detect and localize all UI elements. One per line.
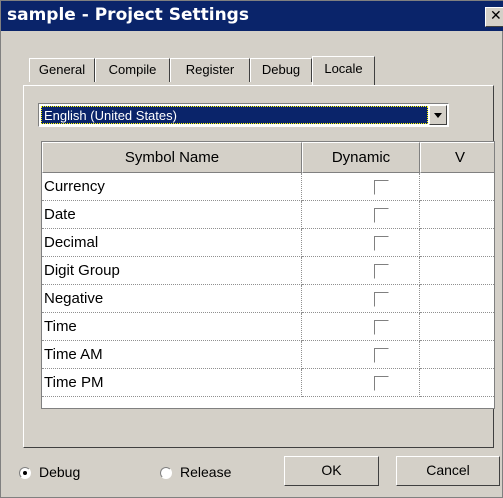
- value-cell[interactable]: [420, 341, 494, 369]
- dynamic-cell: [302, 201, 420, 229]
- locale-panel: English (United States) Symbol Name Dyna…: [23, 85, 495, 448]
- locale-dropdown-value: English (United States): [41, 106, 428, 124]
- value-cell[interactable]: [420, 173, 494, 201]
- table-row[interactable]: Time AM: [42, 341, 494, 369]
- locale-dropdown[interactable]: English (United States): [38, 103, 449, 127]
- dynamic-cell: [302, 285, 420, 313]
- value-cell[interactable]: [420, 257, 494, 285]
- dynamic-checkbox[interactable]: [374, 208, 389, 223]
- dynamic-checkbox[interactable]: [374, 292, 389, 307]
- column-header-value[interactable]: V: [420, 142, 494, 173]
- value-cell[interactable]: [420, 229, 494, 257]
- chevron-down-icon[interactable]: [429, 105, 447, 125]
- dynamic-checkbox[interactable]: [374, 348, 389, 363]
- dynamic-cell: [302, 257, 420, 285]
- table-row[interactable]: Negative: [42, 285, 494, 313]
- title-bar[interactable]: sample - Project Settings ✕: [1, 1, 503, 31]
- table-row[interactable]: Time: [42, 313, 494, 341]
- ok-button[interactable]: OK: [284, 456, 379, 486]
- tab-debug[interactable]: Debug: [250, 58, 312, 82]
- table-row[interactable]: Date: [42, 201, 494, 229]
- symbol-name-cell: Date: [42, 201, 302, 229]
- radio-button-selected-icon[interactable]: [19, 467, 31, 479]
- symbol-name-cell: Time: [42, 313, 302, 341]
- dynamic-checkbox[interactable]: [374, 376, 389, 391]
- dynamic-checkbox[interactable]: [374, 180, 389, 195]
- window-title: sample - Project Settings: [7, 5, 249, 25]
- radio-release-label: Release: [180, 464, 232, 480]
- symbol-name-cell: Negative: [42, 285, 302, 313]
- dynamic-cell: [302, 341, 420, 369]
- tab-general[interactable]: General: [29, 58, 95, 82]
- column-header-symbol-name[interactable]: Symbol Name: [42, 142, 302, 173]
- value-cell[interactable]: [420, 201, 494, 229]
- symbol-name-cell: Time PM: [42, 369, 302, 397]
- radio-button-icon[interactable]: [160, 467, 172, 479]
- table-row[interactable]: Decimal: [42, 229, 494, 257]
- dynamic-checkbox[interactable]: [374, 320, 389, 335]
- radio-debug-label: Debug: [39, 464, 81, 480]
- dynamic-cell: [302, 173, 420, 201]
- dynamic-checkbox[interactable]: [374, 236, 389, 251]
- dynamic-cell: [302, 369, 420, 397]
- value-cell[interactable]: [420, 313, 494, 341]
- value-cell[interactable]: [420, 369, 494, 397]
- symbol-name-cell: Decimal: [42, 229, 302, 257]
- project-settings-window: sample - Project Settings ✕ General Comp…: [0, 0, 503, 498]
- close-icon[interactable]: ✕: [485, 7, 503, 27]
- table-row[interactable]: Currency: [42, 173, 494, 201]
- locale-symbols-grid: Symbol Name Dynamic V Currency Date Deci…: [41, 141, 495, 409]
- value-cell[interactable]: [420, 285, 494, 313]
- tab-locale[interactable]: Locale: [312, 56, 375, 85]
- symbol-name-cell: Digit Group: [42, 257, 302, 285]
- column-header-dynamic[interactable]: Dynamic: [302, 142, 420, 173]
- tab-register[interactable]: Register: [170, 58, 250, 82]
- dynamic-cell: [302, 313, 420, 341]
- cancel-button[interactable]: Cancel: [396, 456, 500, 486]
- table-row[interactable]: Digit Group: [42, 257, 494, 285]
- table-row[interactable]: Time PM: [42, 369, 494, 397]
- symbol-name-cell: Time AM: [42, 341, 302, 369]
- tab-compile[interactable]: Compile: [95, 58, 170, 82]
- dynamic-cell: [302, 229, 420, 257]
- dynamic-checkbox[interactable]: [374, 264, 389, 279]
- symbol-name-cell: Currency: [42, 173, 302, 201]
